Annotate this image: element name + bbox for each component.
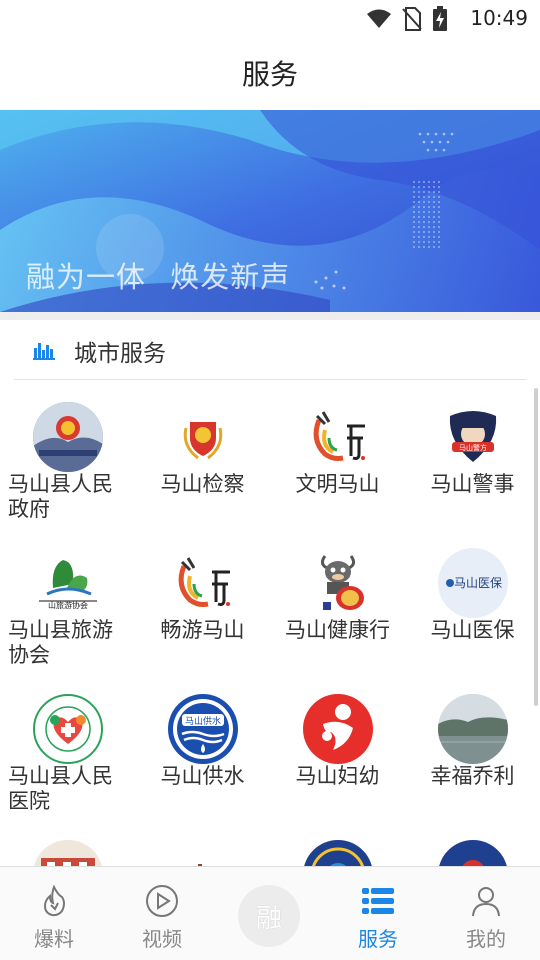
section-header: 城市服务 [0, 320, 540, 380]
tab-label: 视频 [142, 927, 182, 951]
service-item-hospital[interactable]: 马山县人民医院 [0, 672, 135, 818]
service-label: 马山县旅游协会 [8, 618, 113, 667]
government-emblem-icon [33, 402, 103, 472]
service-item-travel-mashan[interactable]: 畅游马山 [135, 526, 270, 672]
banner-slogan: 融为一体 焕发新声 [26, 260, 291, 294]
water-supply-logo-icon: 马山供水 [168, 694, 238, 764]
tab-baoliao[interactable]: 爆料 [0, 867, 108, 960]
government-emblem-icon [438, 840, 508, 866]
service-label: 马山检察 [160, 472, 245, 496]
medical-insurance-logo-icon: 马山医保 [438, 548, 508, 618]
svg-text:马山供水: 马山供水 [185, 715, 221, 727]
service-item-water-supply[interactable]: 马山供水 马山供水 [135, 672, 270, 818]
page-title: 服务 [241, 58, 298, 91]
tab-label: 爆料 [34, 927, 74, 951]
service-item-government[interactable]: 马山县人民政府 [0, 380, 135, 526]
status-icons [366, 6, 448, 32]
section-gap [0, 312, 540, 320]
no-sim-icon [402, 7, 422, 31]
mashan-calligraphy-logo-icon [168, 548, 238, 618]
scrollbar[interactable] [534, 388, 538, 706]
center-logo-icon: 融 [255, 903, 282, 934]
maternal-child-logo-icon [303, 694, 373, 764]
play-circle-icon [146, 885, 178, 917]
person-icon [472, 887, 500, 917]
svg-text:马山医保: 马山医保 [454, 576, 502, 590]
service-item-partial-3[interactable] [270, 818, 405, 866]
service-label: 马山供水 [160, 764, 245, 788]
service-item-police[interactable]: 马山警方 马山警事 [405, 380, 540, 526]
tab-rong-center[interactable]: 融 [238, 885, 300, 947]
page-header: 服务 [0, 36, 540, 110]
hospital-heart-logo-icon [33, 694, 103, 764]
service-item-happy-qiaoli[interactable]: 幸福乔利 [405, 672, 540, 818]
building-photo-icon [33, 840, 103, 866]
service-label: 文明马山 [295, 472, 380, 496]
service-label: 马山妇幼 [295, 764, 380, 788]
battery-charging-icon [433, 6, 447, 31]
city-buildings-icon [33, 343, 55, 360]
status-bar: 10:49 [0, 0, 540, 36]
promo-banner[interactable]: 融为一体 焕发新声 [0, 110, 540, 312]
brown-logo-icon [168, 840, 238, 866]
service-item-procuratorate[interactable]: 马山检察 [135, 380, 270, 526]
section-title: 城市服务 [74, 341, 166, 367]
tab-mine[interactable]: 我的 [432, 867, 540, 960]
service-label: 马山县人民医院 [8, 764, 113, 813]
blue-emblem-icon [303, 840, 373, 866]
service-label: 畅游马山 [160, 618, 245, 642]
tab-label: 我的 [466, 927, 506, 951]
service-item-medical-insurance[interactable]: 马山医保 马山医保 [405, 526, 540, 672]
list-icon [362, 888, 394, 914]
tourism-association-logo-icon: 山旅游协会 [33, 548, 103, 618]
service-grid: 马山县人民政府 马山检察 文明马山 马山警方 马山警事 山旅游协会 马山县旅游协… [0, 380, 540, 866]
svg-text:马山警方: 马山警方 [459, 443, 487, 452]
fire-icon [43, 884, 65, 917]
tab-video[interactable]: 视频 [108, 867, 216, 960]
tab-service[interactable]: 服务 [324, 867, 432, 960]
goat-mascot-drum-icon [303, 548, 373, 618]
service-label: 马山警事 [430, 472, 515, 496]
wifi-icon [367, 9, 391, 28]
service-label: 幸福乔利 [430, 764, 515, 788]
tab-label: 服务 [358, 927, 398, 951]
service-label: 马山县人民政府 [8, 472, 113, 521]
service-label: 马山健康行 [285, 618, 390, 642]
landscape-photo-icon [438, 694, 508, 764]
service-label: 马山医保 [430, 618, 515, 642]
service-item-partial-4[interactable] [405, 818, 540, 866]
police-badge-icon: 马山警方 [438, 402, 508, 472]
svg-text:山旅游协会: 山旅游协会 [48, 600, 88, 610]
service-item-tourism-association[interactable]: 山旅游协会 马山县旅游协会 [0, 526, 135, 672]
service-item-partial-2[interactable] [135, 818, 270, 866]
status-time: 10:49 [470, 6, 528, 30]
bottom-tab-bar: 爆料 视频 融 服务 我的 [0, 866, 540, 960]
procuratorate-emblem-icon [168, 402, 238, 472]
service-item-civilized-mashan[interactable]: 文明马山 [270, 380, 405, 526]
mashan-calligraphy-logo-icon [303, 402, 373, 472]
service-item-maternal-child[interactable]: 马山妇幼 [270, 672, 405, 818]
service-item-partial-1[interactable] [0, 818, 135, 866]
service-item-health[interactable]: 马山健康行 [270, 526, 405, 672]
